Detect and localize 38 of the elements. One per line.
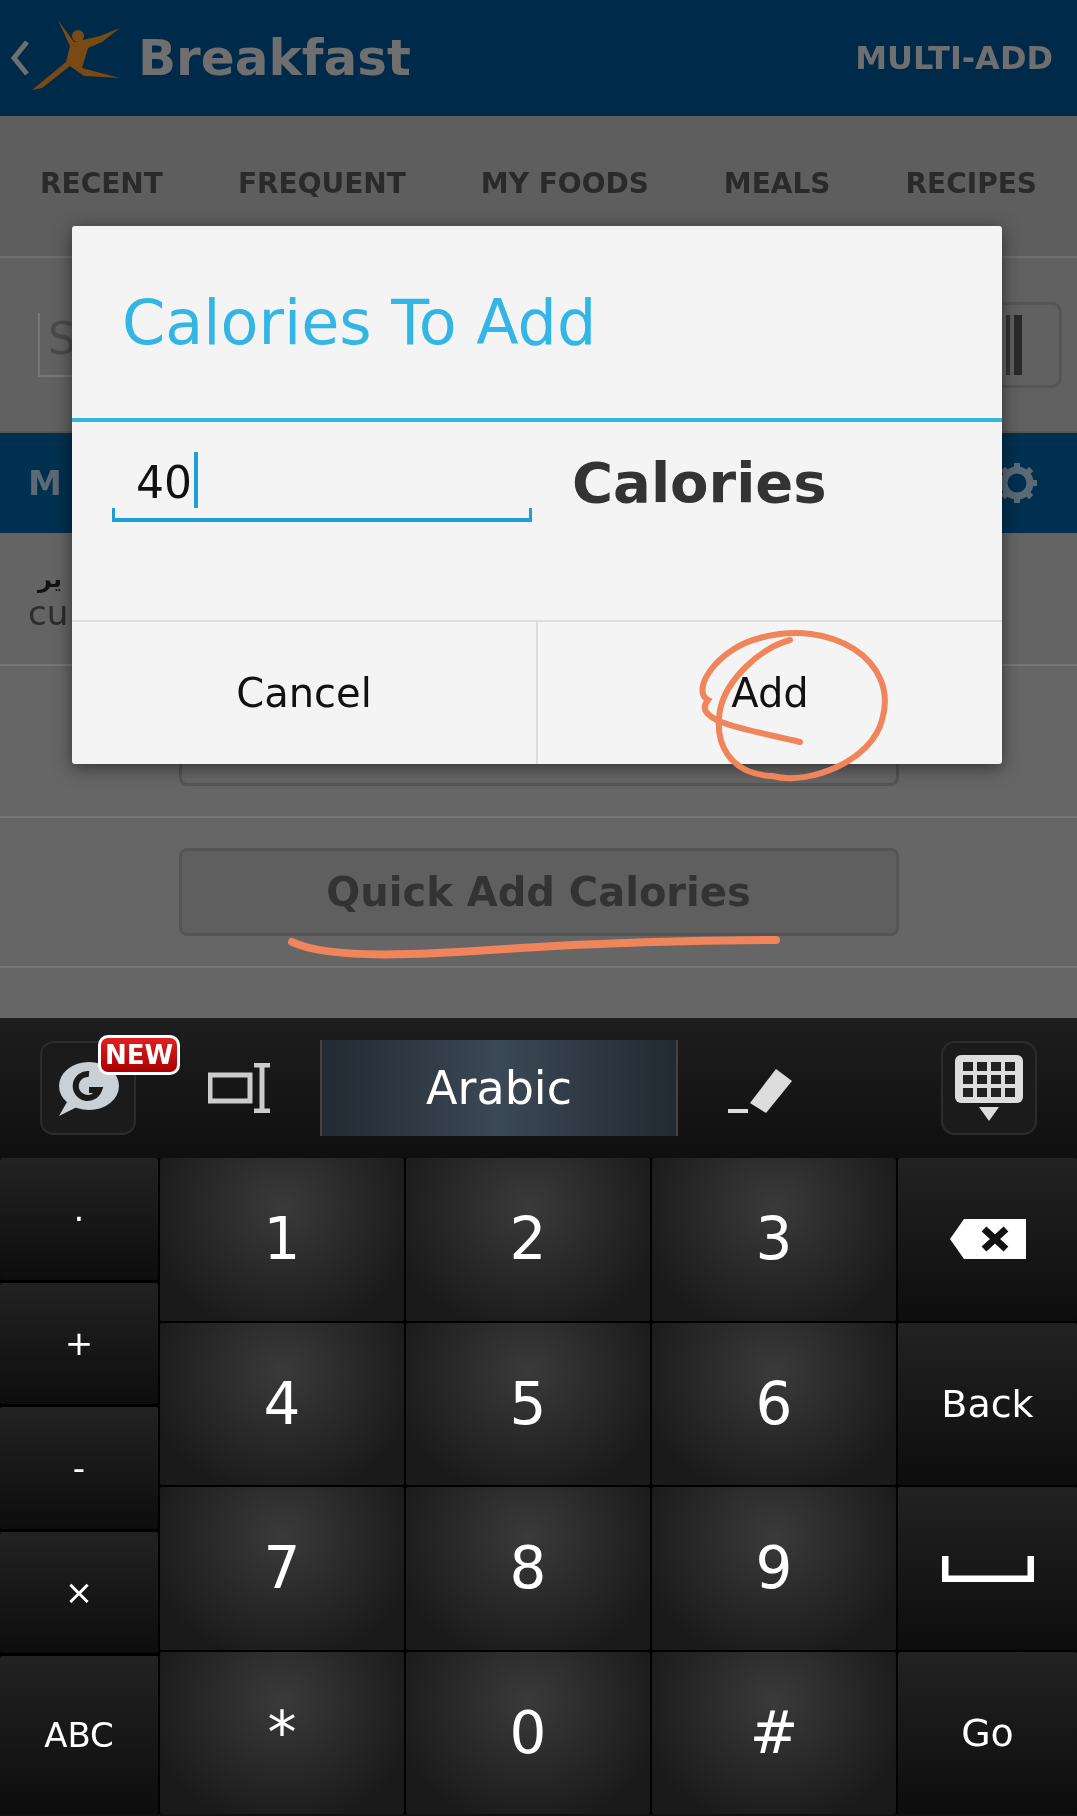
key[interactable]: 2 xyxy=(406,1158,650,1321)
language-selector[interactable]: Arabic xyxy=(320,1040,678,1136)
key[interactable]: 9 xyxy=(652,1487,896,1650)
screen-title: Breakfast xyxy=(138,29,411,87)
key[interactable]: Go xyxy=(898,1651,1077,1814)
key[interactable]: 3 xyxy=(652,1158,896,1321)
hide-keyboard-button[interactable] xyxy=(941,1041,1037,1135)
key[interactable]: 8 xyxy=(406,1487,650,1650)
key[interactable]: * xyxy=(160,1651,404,1814)
key[interactable]: 7 xyxy=(160,1487,404,1650)
space-key[interactable] xyxy=(898,1487,1077,1650)
dialog-title: Calories To Add xyxy=(72,226,1002,422)
key[interactable]: - xyxy=(0,1407,158,1529)
dialog-button[interactable]: Cancel xyxy=(72,622,536,764)
key[interactable]: # xyxy=(652,1651,896,1814)
space-icon xyxy=(941,1554,1034,1583)
key[interactable]: 6 xyxy=(652,1322,896,1485)
dialog-button[interactable]: Add xyxy=(536,622,1002,764)
key[interactable]: Back xyxy=(898,1322,1077,1485)
key[interactable]: · xyxy=(0,1158,158,1280)
food-name: ير xyxy=(38,564,62,593)
key[interactable]: ABC xyxy=(0,1656,158,1814)
backspace-key[interactable] xyxy=(898,1158,1077,1321)
key[interactable]: 1 xyxy=(160,1158,404,1321)
key[interactable]: 4 xyxy=(160,1322,404,1485)
key[interactable]: + xyxy=(0,1282,158,1404)
key[interactable]: 5 xyxy=(406,1322,650,1485)
resize-icon[interactable] xyxy=(208,1063,272,1113)
backspace-icon xyxy=(947,1217,1028,1262)
key[interactable]: × xyxy=(0,1531,158,1654)
keyboard-icon xyxy=(953,1053,1025,1123)
back-icon[interactable] xyxy=(10,40,30,76)
new-badge: NEW xyxy=(98,1035,181,1075)
food-detail: cu xyxy=(28,592,69,633)
section-title: M xyxy=(28,463,62,503)
unit-label: Calories xyxy=(572,450,827,515)
key[interactable]: 0 xyxy=(406,1651,650,1814)
input-field[interactable]: 40 xyxy=(112,450,532,522)
